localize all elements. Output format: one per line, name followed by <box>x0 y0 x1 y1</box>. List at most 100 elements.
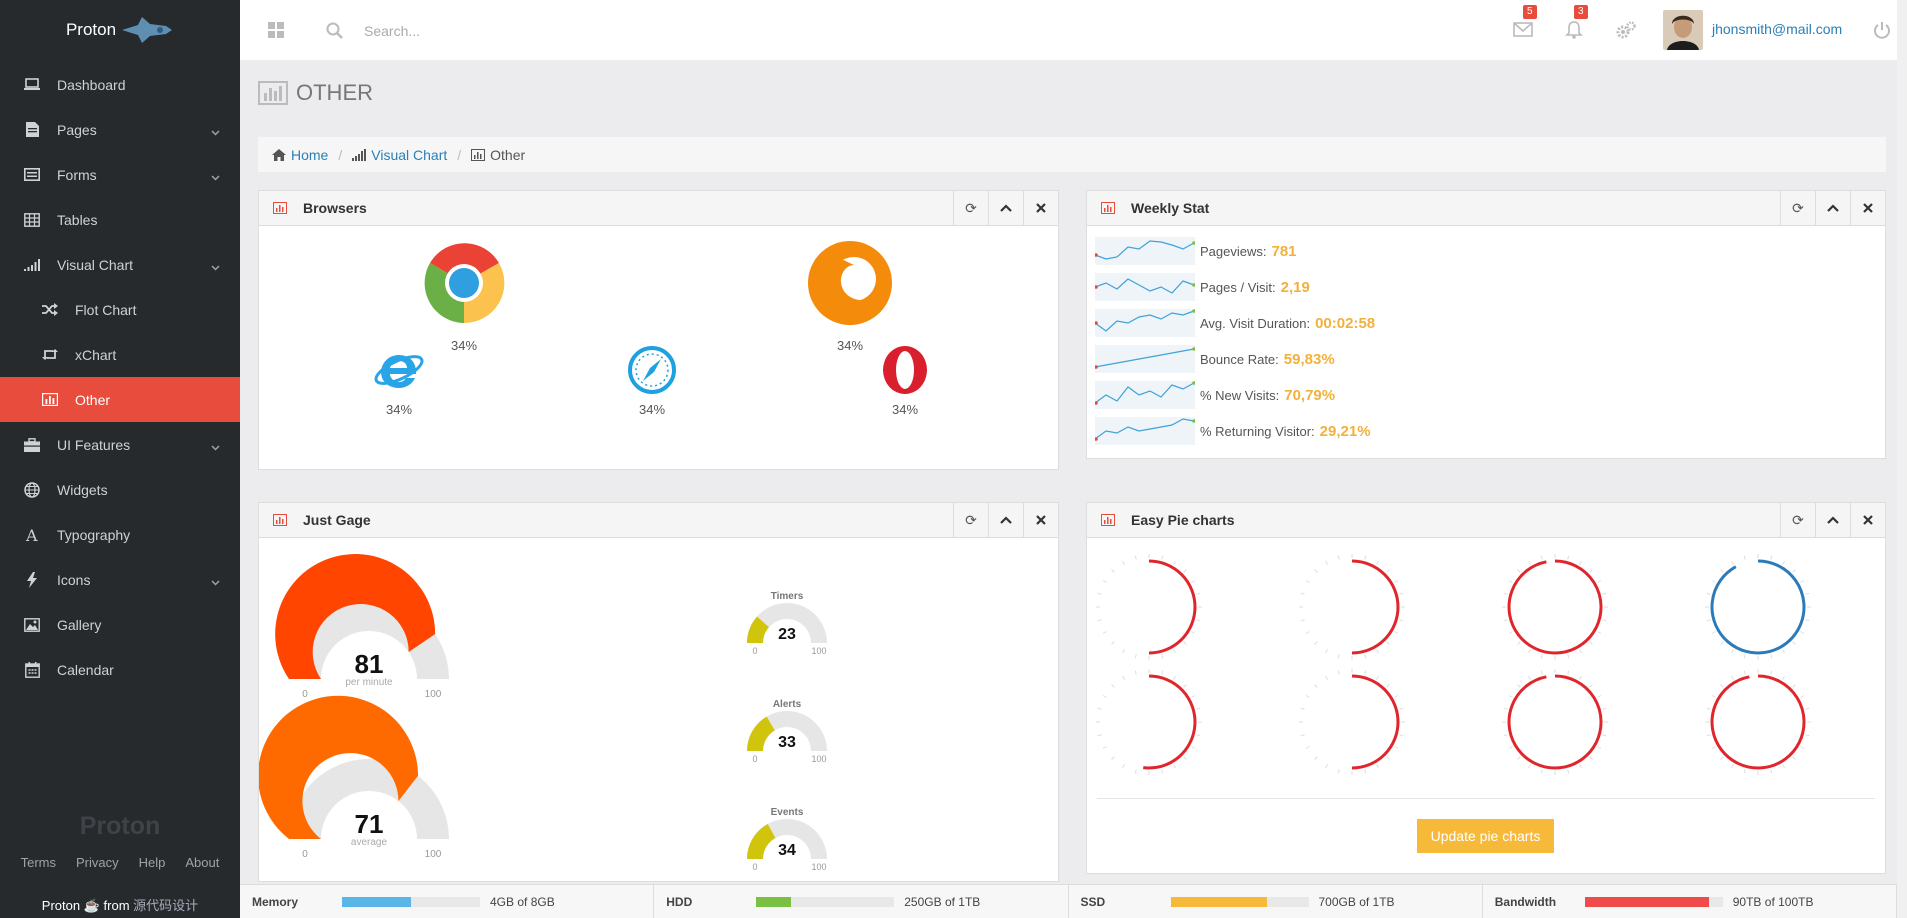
refresh-icon[interactable]: ⟳ <box>1780 503 1815 537</box>
pie-scale-tick <box>1399 707 1404 710</box>
refresh-icon[interactable]: ⟳ <box>953 191 988 225</box>
apps-grid-icon[interactable] <box>268 22 284 38</box>
panel-tools: ⟳ <box>1780 191 1885 225</box>
breadcrumb-home-link[interactable]: Home <box>291 147 328 163</box>
pie-scale-tick <box>1731 649 1734 654</box>
panel-title: Browsers <box>303 200 367 216</box>
close-icon[interactable] <box>1850 191 1885 225</box>
pie-chart <box>1705 554 1811 660</box>
bell-icon <box>1565 21 1583 39</box>
pie-scale-tick <box>1300 734 1305 737</box>
pie-scale-tick <box>1589 756 1593 760</box>
pie-scale-tick <box>1792 569 1796 573</box>
sidebar-item-label: Pages <box>57 121 97 138</box>
privacy-link[interactable]: Privacy <box>76 855 119 870</box>
pie-scale-tick <box>1540 670 1543 675</box>
gauge-unit: average <box>351 837 388 848</box>
pie-scale-tick <box>1183 684 1187 688</box>
pie-scale-tick <box>1102 580 1107 583</box>
sidebar-item-widgets[interactable]: Widgets <box>0 467 240 512</box>
pie-scale-tick <box>1567 769 1570 774</box>
mail-button[interactable]: 5 <box>1513 5 1537 41</box>
bar-chart-icon <box>258 81 288 105</box>
close-icon[interactable] <box>1850 503 1885 537</box>
pie-scale-tick <box>1792 641 1796 645</box>
stat-progress-bar <box>756 896 895 907</box>
sidebar-item-dashboard[interactable]: Dashboard <box>0 62 240 107</box>
pie-scale-tick <box>1122 560 1125 565</box>
weekly-stat-row: % Returning Visitor: 29,21% <box>1095 415 1371 447</box>
spaceship-icon <box>122 17 173 43</box>
sidebar-item-calendar[interactable]: Calendar <box>0 647 240 692</box>
sidebar-item-label: Tables <box>57 211 98 228</box>
close-icon[interactable] <box>1023 503 1058 537</box>
pie-chart <box>1299 554 1405 660</box>
pie-scale-tick <box>1325 560 1328 565</box>
terms-link[interactable]: Terms <box>21 855 56 870</box>
pie-scale-tick <box>1579 764 1582 769</box>
refresh-icon[interactable]: ⟳ <box>1780 191 1815 225</box>
notifications-badge: 3 <box>1574 5 1588 19</box>
chevron-up-icon[interactable] <box>988 191 1023 225</box>
sidebar-item-ui-features[interactable]: UI Features <box>0 422 240 467</box>
pie-scale-tick <box>1102 631 1107 634</box>
pie-scale-tick <box>1161 555 1164 560</box>
pie-scale-tick <box>1394 695 1399 698</box>
pie-scale-tick <box>1394 631 1399 634</box>
chevron-up-icon[interactable] <box>1815 503 1850 537</box>
pie-scale-tick <box>1314 641 1318 645</box>
credit-site[interactable]: 源代码设计 <box>133 898 198 913</box>
sidebar-item-flot-chart[interactable]: Flot Chart <box>0 287 240 332</box>
stat-progress-bar <box>1170 896 1309 907</box>
sidebar-item-icons[interactable]: Icons <box>0 557 240 602</box>
safari-icon <box>628 346 676 394</box>
chevron-down-icon <box>211 168 220 184</box>
panel-tools: ⟳ <box>1780 503 1885 537</box>
logo[interactable]: Proton <box>0 0 240 60</box>
weekly-stat-row: % New Visits: 70,79% <box>1095 379 1335 411</box>
power-icon[interactable] <box>1872 20 1892 40</box>
pie-charts <box>1096 554 1811 775</box>
help-link[interactable]: Help <box>139 855 166 870</box>
signal-icon <box>352 148 367 161</box>
pie-scale-tick <box>1540 555 1543 560</box>
sidebar-item-gallery[interactable]: Gallery <box>0 602 240 647</box>
update-pie-charts-button[interactable]: Update pie charts <box>1417 819 1554 853</box>
breadcrumb-visual-chart[interactable]: Visual Chart <box>352 147 447 163</box>
sidebar-item-pages[interactable]: Pages <box>0 107 240 152</box>
user-email[interactable]: jhonsmith@mail.com <box>1712 21 1842 37</box>
settings-button[interactable] <box>1615 20 1637 43</box>
sidebar-item-typography[interactable]: A Typography <box>0 512 240 557</box>
sidebar-item-forms[interactable]: Forms <box>0 152 240 197</box>
chevron-up-icon[interactable] <box>1815 191 1850 225</box>
stat-bandwidth: Bandwidth 90TB of 100TB <box>1483 885 1897 918</box>
weekly-stat-label: % New Visits: <box>1200 387 1280 403</box>
opera-icon <box>883 346 927 394</box>
sidebar-item-tables[interactable]: Tables <box>0 197 240 242</box>
breadcrumb-visual-chart-link[interactable]: Visual Chart <box>371 147 447 163</box>
pie-scale-tick <box>1134 654 1137 659</box>
credit-prefix: Proton <box>41 898 81 913</box>
weekly-stat-value: 59,83% <box>1283 350 1335 368</box>
panel-title: Just Gage <box>303 512 371 528</box>
chart-panel-icon <box>273 202 287 214</box>
pie-scale-tick <box>1097 707 1102 710</box>
pie-scale-tick <box>1792 756 1796 760</box>
about-link[interactable]: About <box>185 855 219 870</box>
scrollbar[interactable] <box>1897 0 1907 918</box>
gauge-min: 0 <box>752 862 757 872</box>
sidebar-item-other[interactable]: Other <box>0 377 240 422</box>
notifications-button[interactable]: 3 <box>1564 5 1588 43</box>
panel-title: Weekly Stat <box>1131 200 1210 216</box>
avatar[interactable] <box>1663 10 1703 50</box>
stat-progress-fill <box>1584 896 1709 907</box>
sidebar-item-xchart[interactable]: xChart <box>0 332 240 377</box>
close-icon[interactable] <box>1023 191 1058 225</box>
sidebar-item-visual-chart[interactable]: Visual Chart <box>0 242 240 287</box>
search-input[interactable] <box>364 18 664 44</box>
refresh-icon[interactable]: ⟳ <box>953 503 988 537</box>
pie-arc <box>1143 674 1197 770</box>
breadcrumb-home[interactable]: Home <box>272 147 328 163</box>
pie-scale-tick <box>1540 769 1543 774</box>
chevron-up-icon[interactable] <box>988 503 1023 537</box>
